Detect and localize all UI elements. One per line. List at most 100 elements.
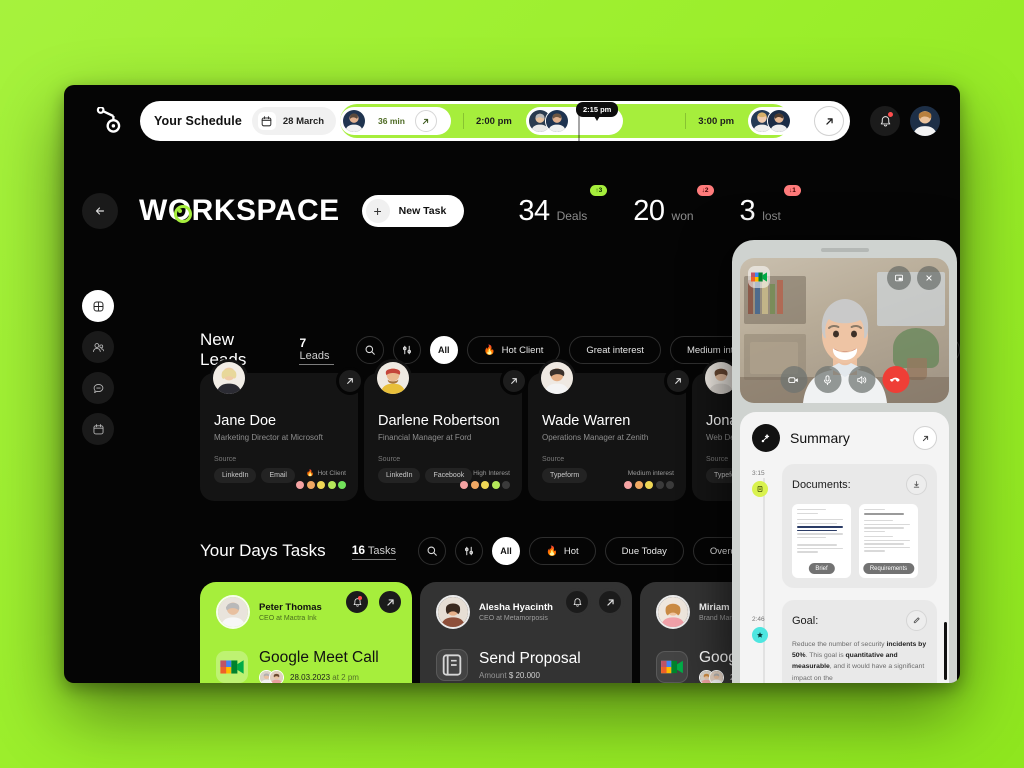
avatar [767, 109, 792, 133]
schedule-green-track[interactable]: 36 min 2:00 pm . [340, 102, 796, 141]
task-expand-button[interactable] [376, 588, 404, 616]
page-title-part-b: RKSPACE [191, 194, 340, 227]
plus-icon: + [365, 199, 390, 223]
summary-goal-card: Goal: Reduce the number of security inci… [782, 600, 937, 683]
lead-expand-button[interactable] [500, 367, 528, 395]
schedule-event-3[interactable] [748, 107, 796, 135]
speaker-icon[interactable] [848, 366, 875, 393]
task-card[interactable]: Alesha Hyacinth CEO at Metamorposis Send… [420, 582, 632, 683]
task-notify-button[interactable] [343, 588, 371, 616]
lead-card[interactable]: Darlene Robertson Financial Manager at F… [364, 359, 528, 501]
tasks-filter-hot[interactable]: 🔥 Hot [529, 537, 596, 565]
summary-expand-button[interactable] [913, 426, 937, 450]
notification-dot [888, 112, 893, 117]
hubspot-sprocket-icon[interactable] [80, 107, 136, 135]
sidebar-item-dashboard[interactable] [82, 290, 114, 322]
document-label: Brief [808, 563, 835, 574]
lead-source-label: Source [542, 456, 565, 463]
summary-documents-card: Documents: Brief Requirements [782, 464, 937, 588]
expand-arrow-icon [675, 378, 681, 384]
summary-header: Summary [752, 424, 937, 452]
expand-arrow-icon [347, 378, 353, 384]
google-meet-icon [656, 651, 688, 683]
call-window-controls [887, 266, 941, 290]
task-notify-button[interactable] [563, 588, 591, 616]
schedule-timeline[interactable]: Your Schedule 28 March 36 min 2:00 pm 3:… [140, 101, 850, 141]
schedule-tooltip: 2:15 pm [576, 102, 619, 121]
lead-source-tag[interactable]: LinkedIn [214, 468, 257, 483]
avatar [374, 359, 412, 397]
status-badge: ↓2 [696, 184, 714, 196]
lead-expand-button[interactable] [664, 367, 692, 395]
lead-source-tag[interactable]: Email [261, 468, 295, 483]
download-icon[interactable] [906, 474, 927, 495]
document-thumbnail[interactable]: Requirements [859, 504, 918, 578]
new-task-button[interactable]: + New Task [361, 195, 465, 227]
lead-interest-dots [296, 481, 346, 489]
task-expand-button[interactable] [596, 588, 624, 616]
stat-deals: 34 Deals ↑3 [518, 184, 608, 226]
flame-icon: 🔥 [546, 545, 558, 557]
schedule-date-chip[interactable]: 28 March [251, 107, 337, 135]
avatar [342, 109, 366, 133]
panel-drag-handle[interactable] [820, 248, 869, 252]
task-date: 28.03.2023 at 2 pm [290, 673, 359, 682]
stat-lost: 3 lost ↓1 [740, 184, 801, 226]
arrow-left-icon [95, 207, 105, 215]
avatar[interactable] [910, 106, 940, 136]
filter-sliders-icon[interactable] [455, 537, 484, 565]
back-button[interactable] [82, 193, 118, 229]
notifications-button[interactable] [870, 106, 900, 136]
hang-up-icon[interactable] [882, 366, 909, 393]
leads-filter-hot-client[interactable]: 🔥 Hot Client [466, 336, 561, 364]
document-thumbnail[interactable]: Brief [792, 504, 851, 578]
lead-interest: Medium interest [624, 470, 674, 489]
video-call-panel[interactable]: Summary 3:15 2:46 Documents: Brief Requi… [732, 240, 957, 683]
status-badge: ↑3 [590, 184, 608, 196]
task-amount: Amount $ 20.000 [479, 671, 540, 680]
contacts-icon [92, 342, 104, 352]
lead-source-tag[interactable]: LinkedIn [378, 468, 421, 483]
expand-arrow-icon[interactable] [414, 110, 437, 132]
picture-in-picture-icon[interactable] [887, 266, 911, 290]
google-meet-icon [748, 266, 770, 288]
schedule-event-1[interactable]: 36 min [340, 107, 451, 135]
edit-pencil-icon[interactable] [906, 610, 927, 631]
tasks-filter-all[interactable]: All [492, 537, 521, 565]
grid-icon [93, 301, 103, 311]
leads-filter-all[interactable]: All [429, 336, 458, 364]
expand-arrow-icon [922, 435, 928, 441]
sidebar-item-contacts[interactable] [82, 331, 114, 363]
search-icon[interactable] [418, 537, 447, 565]
task-card[interactable]: Peter Thomas CEO at Mactra Ink Google Me… [200, 582, 412, 683]
lead-expand-button[interactable] [336, 367, 364, 395]
sidebar-item-messages[interactable] [82, 372, 114, 404]
summary-scrollbar[interactable] [944, 622, 947, 680]
schedule-time-1: 2:00 pm [475, 115, 512, 127]
schedule-expand-button[interactable] [814, 106, 844, 136]
lead-source-label: Source [214, 456, 237, 463]
lead-card[interactable]: Wade Warren Operations Manager at Zenith… [528, 359, 692, 501]
tasks-filter-due-today[interactable]: Due Today [604, 537, 684, 565]
lead-name: Jane Doe [214, 413, 277, 429]
close-icon[interactable] [917, 266, 941, 290]
lead-role: Financial Manager at Ford [378, 433, 472, 442]
top-schedule-bar: Your Schedule 28 March 36 min 2:00 pm 3:… [64, 85, 960, 157]
page-background: Your Schedule 28 March 36 min 2:00 pm 3:… [0, 0, 1024, 768]
lead-source-tag[interactable]: Typeform [542, 468, 588, 483]
tasks-count: 16 Tasks [351, 543, 397, 560]
search-icon[interactable] [355, 336, 384, 364]
leads-filter-great-interest[interactable]: Great interest [569, 336, 661, 364]
schedule-date-text: 28 March [282, 115, 325, 127]
goal-body: Reduce the number of security incidents … [792, 639, 927, 683]
task-attendees [259, 670, 284, 683]
chat-icon [93, 383, 103, 393]
tasks-count-word: Tasks [367, 544, 397, 557]
leads-count-word: Leads [299, 349, 330, 362]
sidebar-item-calendar[interactable] [82, 413, 114, 445]
video-camera-icon[interactable] [780, 366, 807, 393]
lead-name: Darlene Robertson [378, 413, 500, 429]
microphone-icon[interactable] [814, 366, 841, 393]
google-meet-icon [216, 651, 248, 683]
lead-card[interactable]: Jane Doe Marketing Director at Microsoft… [200, 359, 364, 501]
